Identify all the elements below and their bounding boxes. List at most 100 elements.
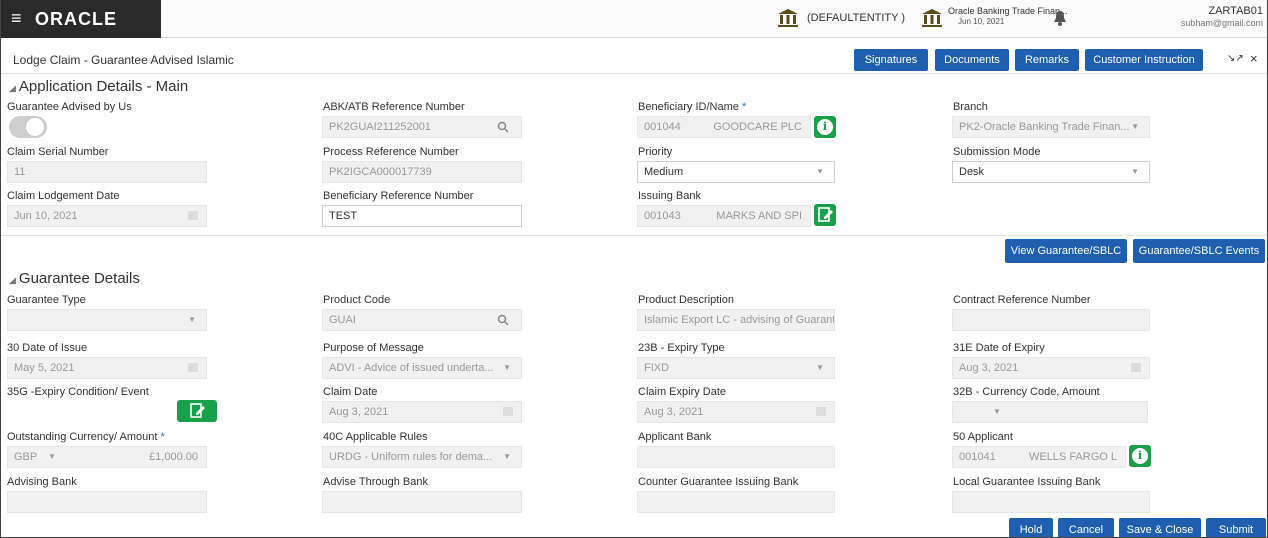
calendar-icon[interactable]	[1131, 363, 1141, 372]
edit-icon	[818, 207, 833, 222]
search-icon[interactable]	[497, 121, 509, 133]
user-email: subham@gmail.com	[1180, 18, 1263, 28]
title-bar: Lodge Claim - Guarantee Advised Islamic …	[1, 44, 1267, 74]
customer-instruction-button[interactable]: Customer Instruction	[1085, 49, 1203, 71]
application-details-title[interactable]: ◢ Application Details - Main	[9, 78, 188, 95]
guarantee-details-title[interactable]: ◢ Guarantee Details	[9, 270, 140, 287]
counter-guarantee-field[interactable]	[637, 491, 835, 513]
claim-serial-field[interactable]: 11	[7, 161, 207, 183]
outstanding-amount-field[interactable]: GBP ▼ £1,000.00	[7, 446, 207, 468]
documents-button[interactable]: Documents	[935, 49, 1009, 71]
beneficiary-reference-label: Beneficiary Reference Number	[323, 190, 474, 202]
issuing-bank-label: Issuing Bank	[638, 190, 701, 202]
logo-block: ≡ ORACLE	[1, 0, 161, 38]
product-code-label: Product Code	[323, 294, 391, 306]
calendar-icon[interactable]	[188, 211, 198, 220]
info-icon: i	[1132, 448, 1148, 464]
applicant-bank-label: Applicant Bank	[638, 431, 712, 443]
calendar-icon[interactable]	[816, 407, 826, 416]
purpose-label: Purpose of Message	[323, 342, 424, 354]
product-description-label: Product Description	[638, 294, 734, 306]
claim-expiry-field[interactable]: Aug 3, 2021	[637, 401, 835, 423]
claim-expiry-label: Claim Expiry Date	[638, 386, 727, 398]
lodgement-date-field[interactable]: Jun 10, 2021	[7, 205, 207, 227]
beneficiary-field[interactable]: 001044 GOODCARE PLC	[637, 116, 811, 138]
issuing-bank-field[interactable]: 001043 MARKS AND SPI	[637, 205, 811, 227]
applicable-rules-select[interactable]: URDG - Uniform rules for dema... ▼	[322, 446, 522, 468]
contract-reference-field[interactable]	[952, 309, 1150, 331]
submit-button[interactable]: Submit	[1206, 518, 1266, 537]
claim-date-field[interactable]: Aug 3, 2021	[322, 401, 522, 423]
section-divider	[1, 235, 1267, 236]
chevron-down-icon: ▼	[993, 407, 1001, 416]
guarantee-type-label: Guarantee Type	[7, 294, 86, 306]
claim-serial-label: Claim Serial Number	[7, 146, 109, 158]
view-guarantee-button[interactable]: View Guarantee/SBLC	[1005, 239, 1127, 263]
submission-mode-label: Submission Mode	[953, 146, 1041, 158]
page-title: Lodge Claim - Guarantee Advised Islamic	[13, 53, 234, 67]
issuing-bank-edit-button[interactable]	[814, 204, 836, 226]
chevron-down-icon: ▼	[816, 363, 824, 372]
collapse-triangle-icon: ◢	[9, 83, 16, 93]
expiry-type-label: 23B - Expiry Type	[638, 342, 725, 354]
contract-reference-label: Contract Reference Number	[953, 294, 1091, 306]
expiry-type-select[interactable]: FIXD ▼	[637, 357, 835, 379]
guarantee-advised-toggle[interactable]	[9, 116, 47, 138]
product-description-field[interactable]: Islamic Export LC - advising of Guarant	[637, 309, 835, 331]
beneficiary-reference-input[interactable]: TEST	[322, 205, 522, 227]
chevron-down-icon: ▼	[503, 363, 511, 372]
chevron-down-icon: ▼	[816, 167, 824, 176]
beneficiary-label: Beneficiary ID/Name *	[638, 101, 747, 113]
counter-guarantee-label: Counter Guarantee Issuing Bank	[638, 476, 799, 488]
edit-icon	[190, 403, 205, 418]
branch-building-icon	[922, 9, 942, 27]
purpose-select[interactable]: ADVI - Advice of issued underta... ▼	[322, 357, 522, 379]
priority-select[interactable]: Medium ▼	[637, 161, 835, 183]
guarantee-advised-label: Guarantee Advised by Us	[7, 101, 132, 113]
submission-mode-select[interactable]: Desk ▼	[952, 161, 1150, 183]
issue-date-field[interactable]: May 5, 2021	[7, 357, 207, 379]
branch-select[interactable]: PK2-Oracle Banking Trade Finan... ▼	[952, 116, 1150, 138]
outstanding-label: Outstanding Currency/ Amount *	[7, 431, 165, 443]
remarks-button[interactable]: Remarks	[1015, 49, 1079, 71]
advise-through-field[interactable]	[322, 491, 522, 513]
branch-name[interactable]: Oracle Banking Trade Finan...	[948, 6, 1068, 16]
beneficiary-info-button[interactable]: i	[814, 116, 836, 138]
search-icon[interactable]	[497, 314, 509, 326]
bank-building-icon	[778, 9, 798, 27]
save-close-button[interactable]: Save & Close	[1119, 518, 1201, 537]
currency-amount-field[interactable]: ▼	[952, 401, 1148, 423]
entity-selector[interactable]: (DEFAULTENTITY )	[807, 12, 905, 24]
chevron-down-icon: ▼	[48, 452, 56, 461]
minimize-icon[interactable]: ↘↗	[1227, 53, 1244, 64]
calendar-icon[interactable]	[503, 407, 513, 416]
bell-icon[interactable]	[1053, 10, 1067, 26]
expiry-date-field[interactable]: Aug 3, 2021	[952, 357, 1150, 379]
branch-label: Branch	[953, 101, 988, 113]
priority-label: Priority	[638, 146, 673, 158]
chevron-down-icon: ▼	[1131, 122, 1139, 131]
expiry-condition-edit-button[interactable]	[177, 400, 217, 422]
signatures-button[interactable]: Signatures	[854, 49, 928, 71]
advising-bank-label: Advising Bank	[7, 476, 77, 488]
local-guarantee-field[interactable]	[952, 491, 1150, 513]
advising-bank-field[interactable]	[7, 491, 207, 513]
hamburger-icon[interactable]: ≡	[11, 8, 22, 29]
cancel-button[interactable]: Cancel	[1058, 518, 1114, 537]
close-icon[interactable]: ×	[1250, 51, 1258, 66]
process-reference-field[interactable]: PK2IGCA000017739	[322, 161, 522, 183]
applicant-bank-field[interactable]	[637, 446, 835, 468]
applicant-info-button[interactable]: i	[1129, 445, 1151, 467]
applicant-field[interactable]: 001041 WELLS FARGO L	[952, 446, 1126, 468]
chevron-down-icon: ▼	[503, 452, 511, 461]
guarantee-events-button[interactable]: Guarantee/SBLC Events	[1133, 239, 1265, 263]
calendar-icon[interactable]	[188, 363, 198, 372]
user-menu[interactable]: ZARTAB01 subham@gmail.com	[1181, 5, 1263, 29]
currency-amount-label: 32B - Currency Code, Amount	[953, 386, 1100, 398]
guarantee-type-select[interactable]: ▼	[7, 309, 207, 331]
hold-button[interactable]: Hold	[1009, 518, 1053, 537]
product-code-field[interactable]: GUAI	[322, 309, 522, 331]
abk-reference-field[interactable]: PK2GUAI211252001	[322, 116, 522, 138]
oracle-logo: ORACLE	[35, 9, 117, 29]
abk-reference-label: ABK/ATB Reference Number	[323, 101, 465, 113]
